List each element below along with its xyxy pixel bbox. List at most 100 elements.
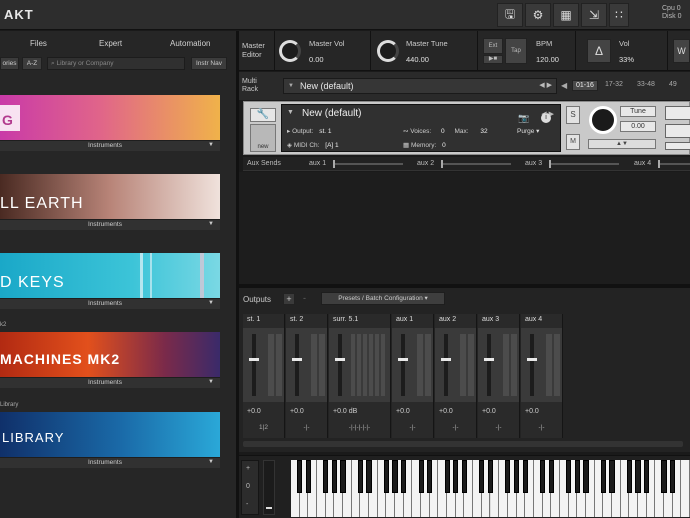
fader-handle[interactable]: [441, 358, 451, 361]
close-icon[interactable]: S: [566, 106, 580, 124]
black-key[interactable]: [600, 460, 606, 493]
library-footer[interactable]: Instruments ▼: [0, 298, 220, 309]
purge-button[interactable]: Purge ▾: [517, 127, 539, 135]
rack-empty-area[interactable]: [239, 172, 690, 284]
aux-send-thumb[interactable]: [549, 160, 551, 168]
volume-fader[interactable]: [401, 334, 405, 396]
aux-send-thumb[interactable]: [441, 160, 443, 168]
wrench-icon[interactable]: 🔧: [250, 108, 276, 122]
aux-toggle-button[interactable]: ▲▼: [588, 139, 656, 149]
piano-keyboard[interactable]: [291, 460, 690, 517]
instrument-name[interactable]: New (default): [302, 108, 361, 119]
chevron-down-icon[interactable]: ▼: [208, 300, 216, 308]
tab-files[interactable]: Files: [30, 39, 47, 48]
black-key[interactable]: [505, 460, 511, 493]
black-key[interactable]: [427, 460, 433, 493]
aux-send-thumb[interactable]: [658, 160, 660, 168]
rack-page-tab[interactable]: 17-32: [605, 81, 623, 88]
black-key[interactable]: [565, 460, 572, 493]
aux-send-slider[interactable]: [441, 163, 511, 165]
chevron-down-icon[interactable]: ▼: [288, 79, 294, 93]
remove-output-button[interactable]: -: [303, 293, 306, 303]
octave-control[interactable]: + 0 -: [241, 460, 259, 515]
library-banner[interactable]: LIBRARY: [0, 412, 220, 457]
library-footer[interactable]: Instruments ▼: [0, 457, 220, 468]
metronome-vol-value[interactable]: 33%: [619, 55, 634, 64]
transport-button[interactable]: ▶■: [483, 55, 503, 64]
strip-routing[interactable]: -|-: [286, 424, 327, 431]
strip-routing[interactable]: -|-: [478, 424, 519, 431]
rack-prev-arrow[interactable]: ◀: [561, 81, 567, 90]
strip-routing[interactable]: 1|2: [243, 424, 284, 431]
midi-row[interactable]: ◈ MIDI Ch: [A] 1: [287, 141, 339, 149]
black-key[interactable]: [670, 460, 676, 493]
rack-page-tab[interactable]: 01-16: [572, 80, 598, 91]
max-value[interactable]: 32: [480, 128, 487, 135]
tab-automation[interactable]: Automation: [170, 39, 210, 48]
tune-value[interactable]: 0.00: [620, 121, 656, 132]
master-tune-value[interactable]: 440.00: [406, 55, 429, 64]
pitch-wheel[interactable]: [263, 460, 275, 515]
grid-icon[interactable]: ∷: [609, 3, 629, 27]
fader-handle[interactable]: [292, 358, 302, 361]
black-key[interactable]: [401, 460, 407, 493]
strip-value[interactable]: +0.0: [439, 408, 453, 415]
rack-page-tab[interactable]: 33-48: [637, 81, 655, 88]
volume-fader[interactable]: [530, 334, 534, 396]
metronome-icon[interactable]: Δ: [587, 39, 611, 63]
black-key[interactable]: [366, 460, 372, 493]
chevron-down-icon[interactable]: ▼: [208, 142, 216, 150]
black-key[interactable]: [305, 460, 311, 493]
tune-knob[interactable]: [589, 106, 617, 134]
mute-button[interactable]: M: [566, 134, 580, 150]
black-key[interactable]: [479, 460, 485, 493]
black-key[interactable]: [635, 460, 641, 493]
output-value[interactable]: st. 1: [319, 128, 331, 135]
volume-fader[interactable]: [487, 334, 491, 396]
white-key[interactable]: [681, 460, 690, 517]
black-key[interactable]: [548, 460, 554, 493]
library-banner[interactable]: G: [0, 95, 220, 140]
black-key[interactable]: [392, 460, 398, 493]
fader-handle[interactable]: [249, 358, 259, 361]
black-key[interactable]: [513, 460, 520, 493]
black-key[interactable]: [522, 460, 528, 493]
black-key[interactable]: [357, 460, 363, 493]
black-key[interactable]: [644, 460, 650, 493]
strip-value[interactable]: +0.0: [525, 408, 539, 415]
black-key[interactable]: [487, 460, 494, 493]
chevron-down-icon[interactable]: ▼: [287, 109, 294, 116]
fader-handle[interactable]: [398, 358, 408, 361]
tap-button[interactable]: Tap: [505, 38, 527, 64]
black-key[interactable]: [444, 460, 450, 493]
black-key[interactable]: [323, 460, 329, 493]
black-key[interactable]: [331, 460, 337, 493]
volume-fader[interactable]: [444, 334, 448, 396]
add-output-button[interactable]: +: [283, 293, 295, 305]
rack-page-tab[interactable]: 49: [669, 81, 677, 88]
extra-panel-button[interactable]: W: [673, 39, 690, 63]
aux-send-thumb[interactable]: [333, 160, 335, 168]
library-search-input[interactable]: ⌕ Library or Company: [47, 57, 185, 70]
black-key[interactable]: [574, 460, 580, 493]
black-key[interactable]: [583, 460, 589, 493]
black-key[interactable]: [661, 460, 667, 493]
categories-button[interactable]: ories: [0, 57, 19, 70]
resize-icon[interactable]: ⇲: [581, 3, 607, 27]
library-banner[interactable]: LL EARTH: [0, 174, 220, 219]
chevron-down-icon[interactable]: ▼: [208, 221, 216, 229]
instr-nav-button[interactable]: Instr Nav: [191, 57, 227, 70]
strip-routing[interactable]: -|-: [435, 424, 476, 431]
black-key[interactable]: [453, 460, 459, 493]
octave-down-button[interactable]: -: [246, 501, 248, 508]
aux-send-slider[interactable]: [658, 163, 690, 165]
volume-fader[interactable]: [338, 334, 342, 396]
black-key[interactable]: [609, 460, 615, 493]
strip-routing[interactable]: -|-: [392, 424, 433, 431]
master-editor-label[interactable]: Master Editor: [242, 41, 265, 59]
black-key[interactable]: [418, 460, 424, 493]
black-key[interactable]: [539, 460, 546, 493]
strip-value[interactable]: +0.0: [247, 408, 261, 415]
rack-nav-arrows[interactable]: ◀ ▶: [539, 79, 552, 93]
layout-icon[interactable]: ▦: [553, 3, 579, 27]
